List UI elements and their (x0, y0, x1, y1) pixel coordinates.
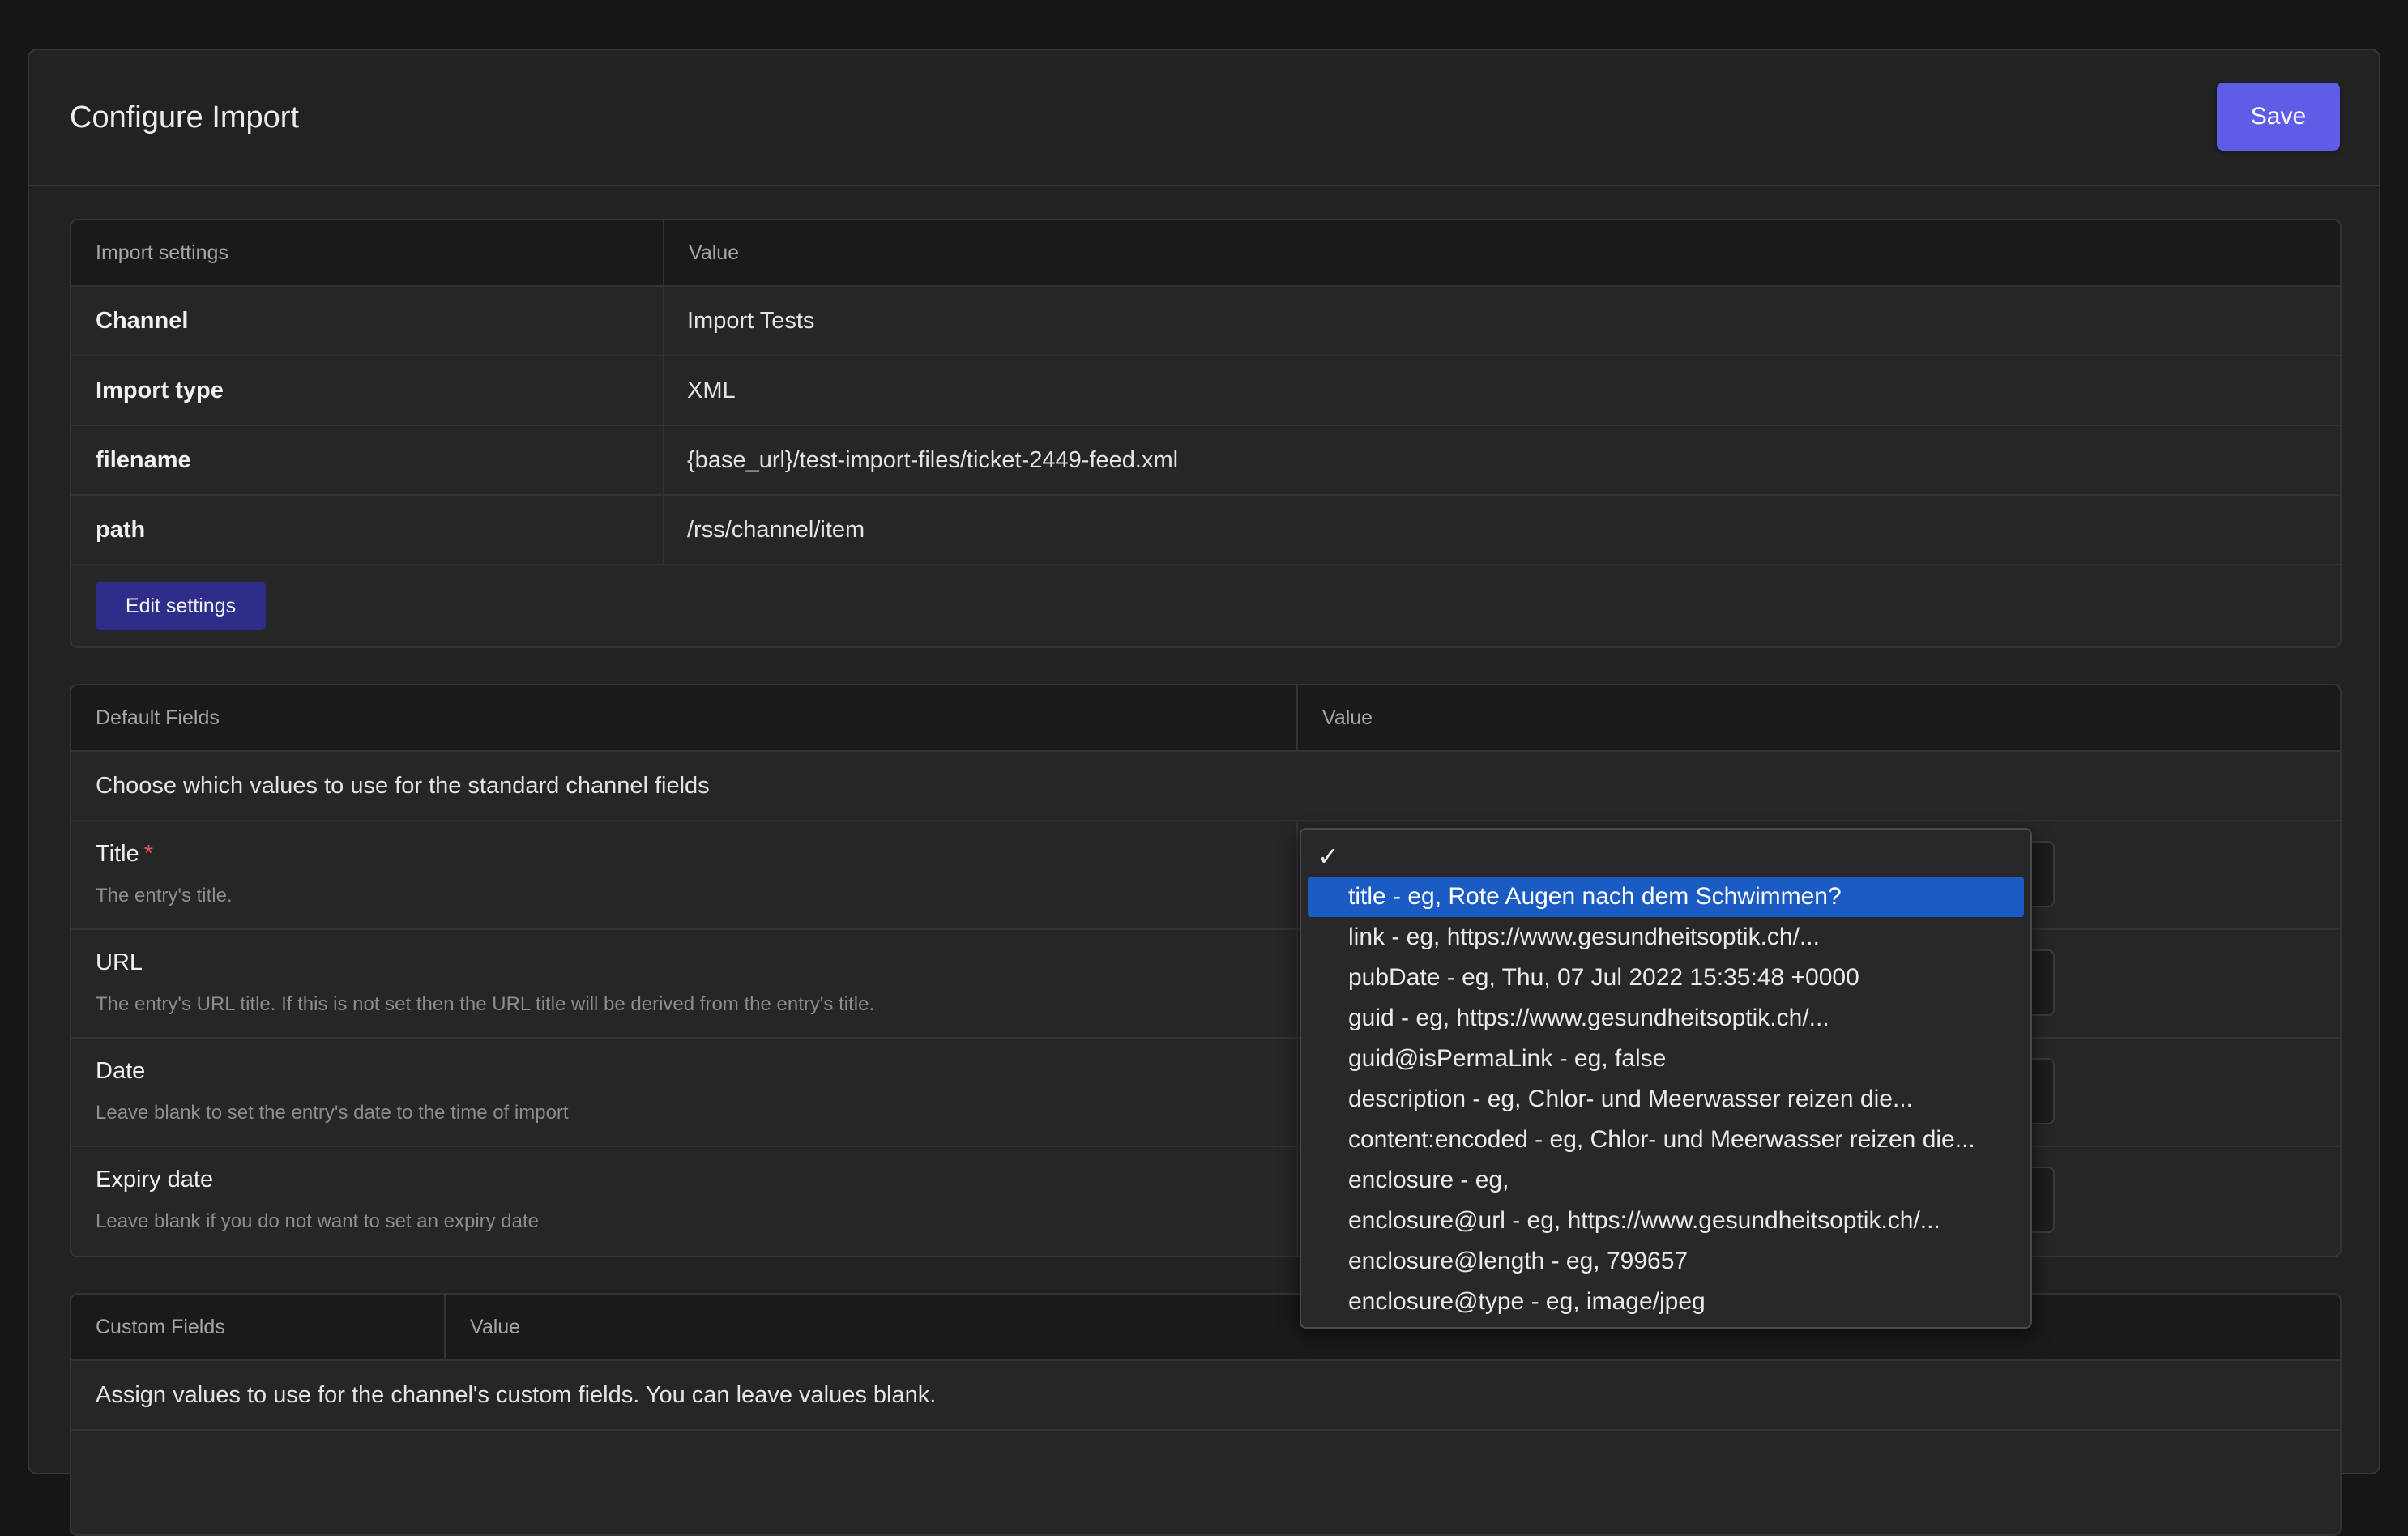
column-header-import-settings: Import settings (96, 241, 228, 264)
dropdown-option[interactable]: guid@isPermaLink - eg, false (1308, 1039, 2024, 1079)
dropdown-option[interactable]: enclosure@type - eg, image/jpeg (1308, 1282, 2024, 1322)
custom-fields-intro: Assign values to use for the channel's c… (96, 1382, 937, 1408)
row-value: /rss/channel/item (687, 517, 865, 543)
row-label: filename (96, 447, 191, 473)
column-header-value: Value (1296, 685, 1373, 750)
checkmark-icon: ✓ (1317, 842, 1339, 871)
field-description: The entry's URL title. If this is not se… (96, 993, 875, 1015)
dropdown-option[interactable]: title - eg, Rote Augen nach dem Schwimme… (1308, 877, 2024, 917)
field-description: Leave blank if you do not want to set an… (96, 1210, 540, 1232)
dropdown-option[interactable]: enclosure@length - eg, 799657 (1308, 1241, 2024, 1282)
row-value: XML (687, 378, 736, 403)
dropdown-option[interactable]: enclosure@url - eg, https://www.gesundhe… (1308, 1201, 2024, 1241)
field-select-dropdown: ✓ title - eg, Rote Augen nach dem Schwim… (1300, 828, 2032, 1329)
field-name: Expiry date (96, 1167, 214, 1193)
field-name: Title * (96, 841, 153, 868)
table-row: Import type XML (71, 356, 2340, 426)
dropdown-option[interactable]: link - eg, https://www.gesundheitsoptik.… (1308, 917, 2024, 958)
table-row: path /rss/channel/item (71, 496, 2340, 565)
column-header-value: Value (663, 220, 739, 285)
row-label: path (96, 517, 146, 543)
intro-row: Assign values to use for the channel's c… (71, 1361, 2340, 1431)
dropdown-option[interactable]: description - eg, Chlor- und Meerwasser … (1308, 1079, 2024, 1120)
table-header: Default Fields Value (71, 685, 2340, 752)
row-label: Import type (96, 378, 224, 403)
page-title: Configure Import (70, 100, 300, 134)
required-marker: * (143, 841, 154, 867)
row-value: Import Tests (687, 308, 815, 334)
save-button[interactable]: Save (2217, 83, 2340, 151)
column-header-custom-fields: Custom Fields (96, 1316, 225, 1338)
field-name-label: Title (96, 841, 139, 867)
edit-settings-row: Edit settings (71, 565, 2340, 646)
dropdown-option[interactable]: enclosure - eg, (1308, 1160, 2024, 1201)
dropdown-option[interactable]: content:encoded - eg, Chlor- und Meerwas… (1308, 1120, 2024, 1160)
table-row: Channel Import Tests (71, 287, 2340, 356)
table-header: Import settings Value (71, 220, 2340, 287)
field-name: Date (96, 1058, 146, 1084)
import-settings-table: Import settings Value Channel Import Tes… (70, 219, 2342, 648)
default-fields-intro: Choose which values to use for the stand… (96, 773, 710, 799)
panel-header: Configure Import Save (29, 50, 2379, 186)
custom-fields-table: Custom Fields Value Assign values to use… (70, 1293, 2342, 1536)
edit-settings-button[interactable]: Edit settings (96, 582, 266, 630)
field-name: URL (96, 949, 143, 975)
field-description: The entry's title. (96, 885, 233, 907)
column-header-default-fields: Default Fields (96, 706, 220, 729)
dropdown-option[interactable]: pubDate - eg, Thu, 07 Jul 2022 15:35:48 … (1308, 958, 2024, 998)
column-header-value: Value (444, 1295, 520, 1359)
field-description: Leave blank to set the entry's date to t… (96, 1102, 569, 1124)
dropdown-option[interactable]: guid - eg, https://www.gesundheitsoptik.… (1308, 998, 2024, 1039)
table-row: filename {base_url}/test-import-files/ti… (71, 426, 2340, 496)
row-value: {base_url}/test-import-files/ticket-2449… (687, 447, 1179, 473)
intro-row: Choose which values to use for the stand… (71, 752, 2340, 821)
row-label: Channel (96, 308, 189, 334)
